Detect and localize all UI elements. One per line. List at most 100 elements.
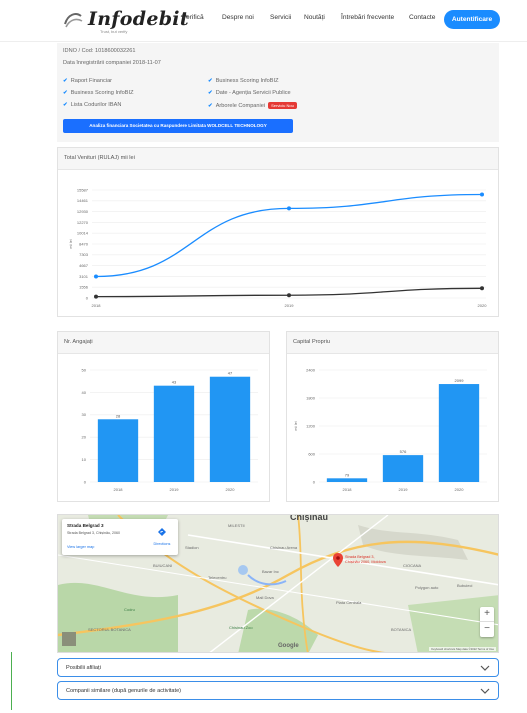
nav-intrebari-frecvente[interactable]: Întrebări frecvente: [341, 14, 394, 21]
y-tick-label: 4667: [79, 263, 89, 268]
bar-value-label: 28: [116, 413, 121, 418]
y-tick-label: 12270: [77, 220, 89, 225]
map-label: Bazar Inc: [262, 569, 279, 574]
map-label: Bubuieci: [457, 583, 473, 588]
map-label: Piata Centrala: [336, 600, 362, 605]
nav-servicii[interactable]: Servicii: [270, 14, 291, 21]
map-label: Codru: [124, 607, 135, 612]
map-label: BOTANICA: [391, 627, 412, 632]
y-tick-label: 10014: [77, 231, 89, 236]
checkmark-icon: ✔: [63, 78, 68, 84]
y-tick-label: 50: [82, 367, 87, 372]
feature-item[interactable]: ✔ Arborele Companiei Serviciu Nou: [208, 102, 297, 109]
map-pin-label: Strada Belgrad 3, Chișinău 2060, Moldova: [345, 555, 386, 564]
y-tick-label: 600: [308, 451, 315, 456]
company-info-panel: IDNO / Cod: 1018600032261 Data înregistr…: [57, 43, 499, 142]
nav-noutati[interactable]: Noutăți: [304, 14, 325, 21]
equity-chart-card: Capital Propriu 0 600 1200 1800 2400 mii lei 7…: [286, 331, 499, 502]
feature-item[interactable]: ✔ Business Scoring InfoBIZ: [63, 90, 134, 96]
site-header: Infodebit Trust, but verify Verifică Des…: [0, 0, 527, 42]
data-point: [287, 206, 291, 211]
affiliates-accordion[interactable]: Posibilii afiliați: [57, 658, 499, 677]
nav-verifica[interactable]: Verifică: [182, 14, 204, 21]
card-title: Capital Propriu: [293, 339, 330, 345]
nav-contacte[interactable]: Contacte: [409, 14, 435, 21]
map-label: Telecentru: [208, 575, 227, 580]
card-title: Nr. Angajați: [64, 339, 93, 345]
feature-item[interactable]: ✔ Raport Financiar: [63, 78, 112, 84]
company-idno: IDNO / Cod: 1018600032261: [63, 48, 136, 54]
nav-despre-noi[interactable]: Despre noi: [222, 14, 254, 21]
card-title: Total Venituri (RULAJ) mii lei: [64, 155, 135, 161]
employees-chart-card: Nr. Angajați 0 10 20 30 40 50 28 2018 43 2019 47 20…: [57, 331, 270, 502]
side-accent-line: [11, 652, 12, 710]
data-point: [94, 294, 98, 299]
data-point: [480, 192, 484, 197]
y-tick-label: 20: [82, 435, 87, 440]
map-label: Chisinau Zoo: [229, 625, 253, 630]
sales-chart-card: Total Venituri (RULAJ) mii lei 0 1556 3101…: [57, 147, 499, 317]
data-point: [94, 274, 98, 279]
sales-line-chart: 0 1556 3101 4667 7303 8470 10014 12270 12930 1446…: [69, 187, 488, 308]
accordion-label: Companii similare (după genurile de acti…: [66, 688, 182, 694]
bar: [382, 455, 424, 482]
y-tick-label: 7303: [79, 252, 89, 257]
page: Infodebit Trust, but verify Verifică Des…: [0, 0, 527, 713]
bar: [209, 376, 251, 482]
y-tick-label: 15587: [77, 187, 89, 192]
checkmark-icon: ✔: [208, 78, 213, 84]
view-larger-map-link[interactable]: View larger map: [67, 545, 94, 549]
location-map[interactable]: Chișinău MILESTII Bubuieci Codru CIOCANA…: [57, 514, 499, 653]
x-tick-label: 2019: [285, 303, 295, 308]
card-header: Nr. Angajați: [58, 332, 269, 354]
directions-button[interactable]: Directions: [150, 523, 174, 546]
map-label: Stadion: [185, 545, 199, 550]
y-tick-label: 10: [82, 457, 87, 462]
x-tick-label: 2018: [114, 487, 124, 492]
feature-item[interactable]: ✔ Lista Codurilor IBAN: [63, 102, 121, 108]
y-tick-label: 8470: [79, 241, 89, 246]
map-label: BUIUCANI: [153, 563, 173, 568]
x-tick-label: 2020: [478, 303, 488, 308]
bar-value-label: 2099: [455, 378, 465, 383]
map-label: Polygon auto: [415, 585, 439, 590]
checkmark-icon: ✔: [63, 90, 68, 96]
checkmark-icon: ✔: [208, 90, 213, 96]
checkmark-icon: ✔: [63, 102, 68, 108]
bar: [153, 385, 195, 482]
location-pin-icon[interactable]: [333, 553, 343, 567]
zoom-out-button[interactable]: −: [480, 622, 494, 637]
login-button[interactable]: Autentificare: [444, 10, 500, 29]
feature-item[interactable]: ✔ Date - Agenția Servicii Publice: [208, 90, 291, 96]
card-header: Capital Propriu: [287, 332, 498, 354]
bar-value-label: 47: [228, 371, 233, 376]
directions-icon: [158, 528, 166, 536]
bar-value-label: 79: [345, 472, 350, 477]
accordion-label: Posibilii afiliați: [66, 665, 101, 671]
zoom-in-button[interactable]: +: [480, 607, 494, 622]
map-zoom-control: + −: [480, 607, 494, 637]
map-label: MILESTII: [228, 523, 245, 528]
map-label: Chisinau Arena: [270, 545, 298, 550]
map-info-popup: Strada Belgrad 3 Strada Belgrad 3, Chiși…: [62, 519, 178, 555]
map-label: Mall Dova: [256, 595, 274, 600]
chevron-down-icon: [480, 688, 490, 694]
x-tick-label: 2018: [92, 303, 102, 308]
feature-item[interactable]: ✔ Business Scoring InfoBIZ: [208, 78, 279, 84]
card-header: Total Venituri (RULAJ) mii lei: [58, 148, 498, 170]
similar-companies-accordion[interactable]: Companii similare (după genurile de acti…: [57, 681, 499, 700]
new-service-badge: Serviciu Nou: [268, 102, 297, 109]
x-tick-label: 2020: [226, 487, 236, 492]
y-axis-label: mii lei: [69, 239, 73, 248]
y-tick-label: 0: [86, 295, 89, 300]
google-logo: Google: [278, 643, 299, 649]
checkmark-icon: ✔: [208, 102, 213, 109]
y-tick-label: 1200: [306, 423, 316, 428]
bar-value-label: 43: [172, 380, 177, 385]
bar-value-label: 576: [400, 449, 407, 454]
map-label: CIOCANA: [403, 563, 422, 568]
bar: [438, 384, 480, 482]
y-tick-label: 2400: [306, 367, 316, 372]
street-view-thumbnail[interactable]: [62, 632, 76, 646]
financial-analysis-button[interactable]: Analiza financiara Societatea cu Raspund…: [63, 119, 293, 133]
